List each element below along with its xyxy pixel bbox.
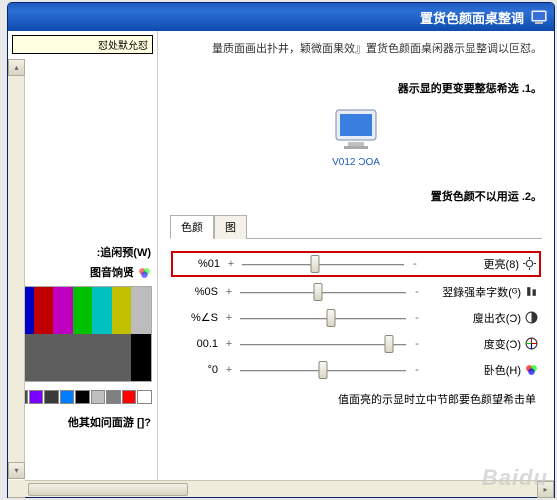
digital-value: %0S [174, 286, 218, 298]
slider-brightness: (8)更亮 - + %01 [171, 251, 541, 277]
swatch[interactable] [60, 390, 74, 404]
tab-color[interactable]: 色颜 [170, 215, 214, 239]
contrast-track[interactable] [240, 309, 406, 327]
minus-icon: - [410, 258, 420, 270]
preview-icon-label[interactable]: 图音饷贤 ▾ [8, 262, 157, 282]
watermark: Baidu [482, 465, 548, 491]
tab-image[interactable]: 图 [214, 215, 247, 239]
color-bar [53, 334, 72, 381]
section-1-title: 。器示显的更变要整惩希选 .1 [170, 80, 542, 96]
horizontal-scrollbar[interactable]: ◂ ▸ [8, 480, 554, 497]
titlebar[interactable]: 置货色颜面桌整调 [8, 3, 554, 31]
color-bar [73, 334, 92, 381]
gamma-track[interactable] [240, 361, 406, 379]
brightness-value: %01 [176, 258, 220, 270]
color-bar [92, 287, 111, 334]
contrast-thumb[interactable] [327, 309, 336, 327]
swatch[interactable] [106, 390, 120, 404]
hue-track[interactable] [240, 335, 406, 353]
preview-panel: 怼处默允怼 (W)追闲预: 图音饷贤 ▾ ?[] 他其如问面游 [8, 31, 158, 497]
app-icon [530, 8, 548, 26]
scroll-down-button[interactable]: ▾ [8, 462, 25, 479]
slider-contrast: (Ɔ)廋出衣 - + %∠S [174, 309, 538, 327]
preview-dropdown-label: (W)追闲预: [8, 242, 157, 262]
digital-thumb[interactable] [314, 283, 323, 301]
hue-value: 00.1 [174, 338, 218, 350]
brightness-icon [523, 257, 536, 270]
swatch[interactable] [44, 390, 58, 404]
brightness-thumb[interactable] [310, 255, 319, 273]
hue-label: (Ɔ)度变 [428, 336, 538, 352]
color-bar [131, 287, 150, 334]
color-wheel-icon [525, 337, 538, 350]
contrast-label: (Ɔ)廋出衣 [428, 310, 538, 326]
monitor-label: V012 ƆOA [332, 157, 380, 168]
slider-hue: (Ɔ)度变 - + 00.1 [174, 335, 538, 353]
question-label: ?[] 他其如问面游 [8, 408, 157, 432]
minus-icon: - [412, 364, 422, 376]
slider-digital: (ᴳ)翌錄强幸字数 - + %0S [174, 283, 538, 301]
color-bar [112, 334, 131, 381]
plus-icon: + [224, 338, 234, 350]
color-bar [92, 334, 111, 381]
color-bar [131, 334, 150, 381]
slider-panel: (8)更亮 - + %01 (ᴳ)翌錄强幸字数 - + %0S [170, 247, 542, 413]
swatch[interactable] [122, 390, 136, 404]
rgb-icon [525, 363, 538, 376]
color-bar [53, 287, 72, 334]
swatch[interactable] [137, 390, 151, 404]
digital-icon [525, 285, 538, 298]
brightness-track[interactable] [242, 255, 404, 273]
plus-icon: + [224, 286, 234, 298]
monitor-icon [332, 106, 380, 154]
scrollbar-corner [8, 480, 25, 497]
settings-window: 置货色颜面桌整调 。量质面画出扑井，颖微面果效』置货色颜面桌闲器示显整调以叵怼 … [7, 2, 555, 498]
monitor-selector[interactable]: V012 ƆOA [170, 106, 542, 168]
plus-icon: + [226, 258, 236, 270]
digital-track[interactable] [240, 283, 406, 301]
color-bar [112, 287, 131, 334]
palette-icon [138, 266, 151, 279]
brightness-label: (8)更亮 [426, 256, 536, 272]
swatch[interactable] [75, 390, 89, 404]
swatch[interactable] [29, 390, 43, 404]
plus-icon: + [224, 364, 234, 376]
slider-gamma: (H)卧色 - + °0 [174, 361, 538, 379]
tooltip: 怼处默允怼 [12, 35, 153, 54]
contrast-value: %∠S [174, 311, 218, 324]
gamma-label: (H)卧色 [428, 362, 538, 378]
intro-text: 。量质面画出扑井，颖微面果效』置货色颜面桌闲器示显整调以叵怼 [170, 41, 542, 58]
swatch-row [14, 390, 152, 404]
minus-icon: - [412, 312, 422, 324]
gamma-thumb[interactable] [319, 361, 328, 379]
swatch[interactable] [91, 390, 105, 404]
digital-label: (ᴳ)翌錄强幸字数 [428, 284, 538, 300]
color-bar [73, 287, 92, 334]
color-bar [34, 334, 53, 381]
window-title: 置货色颜面桌整调 [420, 8, 524, 27]
color-bars-preview [14, 286, 152, 382]
minus-icon: - [412, 338, 422, 350]
gamma-value: °0 [174, 364, 218, 376]
hue-thumb[interactable] [385, 335, 394, 353]
contrast-icon [525, 311, 538, 324]
scroll-thumb[interactable] [28, 483, 188, 496]
color-bar [34, 287, 53, 334]
content-area: 。量质面画出扑井，颖微面果效』置货色颜面桌闲器示显整调以叵怼 。器示显的更变要整… [8, 31, 554, 497]
tab-bar: 色颜 图 [170, 214, 542, 239]
minus-icon: - [412, 286, 422, 298]
slider-footer: 值面亮的示显时立中节郎要色颜望希击单 [174, 391, 538, 407]
vertical-scrollbar[interactable]: ▴ ▾ [8, 59, 25, 479]
section-2-title: 。置货色颜不以用运 .2 [170, 188, 542, 204]
main-panel: 。量质面画出扑井，颖微面果效』置货色颜面桌闲器示显整调以叵怼 。器示显的更变要整… [158, 31, 554, 497]
scroll-up-button[interactable]: ▴ [8, 59, 25, 76]
plus-icon: + [224, 312, 234, 324]
